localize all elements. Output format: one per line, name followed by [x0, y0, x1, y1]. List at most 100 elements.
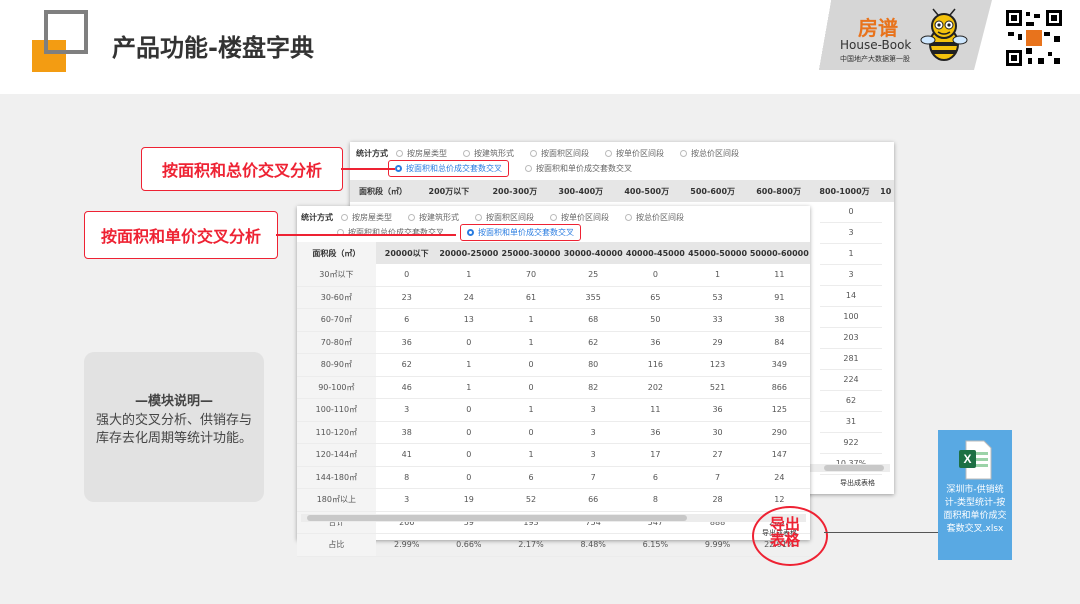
table-cell: 36	[624, 421, 687, 444]
export-callout-line1: 导出	[770, 515, 801, 533]
option-house-type[interactable]: 按房屋类型	[396, 148, 447, 159]
radio-icon	[396, 150, 403, 157]
option-label: 按面积和单价成交套数交叉	[478, 228, 574, 237]
header-cell: 10	[877, 180, 894, 202]
option-unit-price-range[interactable]: 按单价区间段	[605, 148, 664, 159]
option-label: 按面积区间段	[486, 213, 534, 222]
radio-selected-icon	[395, 165, 402, 172]
option-label: 按建筑形式	[474, 149, 514, 158]
header-cell: 400-500万	[613, 180, 680, 202]
table-cell: 66	[562, 488, 625, 512]
stats-options-row1: 统计方式 按房屋类型 按建筑形式 按面积区间段 按单价区间段 按总价区间段	[301, 212, 700, 223]
table-cell: 922	[820, 433, 882, 454]
table-cell: 62	[820, 391, 882, 412]
option-building-form[interactable]: 按建筑形式	[408, 212, 459, 223]
table-cell: 24	[437, 286, 500, 309]
table-cell: 349	[748, 353, 810, 377]
option-area-total-cross[interactable]: 按面积和总价成交套数交叉	[337, 227, 444, 238]
table-row: 占比 2.99% 0.66% 2.17% 8.48% 6.15% 9.99% 22.91%	[297, 533, 810, 557]
table-cell: 203	[820, 328, 882, 349]
table-cell: 0	[820, 202, 882, 223]
back-last-column: 031314100203281224623192210.37%	[820, 202, 882, 475]
table-cell: 0	[437, 443, 500, 467]
table-cell: 27	[686, 443, 749, 467]
table-cell: 0	[437, 331, 500, 354]
excel-file-name: 深圳市-供销统计-类型统计-按面积和单价成交套数交叉.xlsx	[943, 485, 1007, 534]
option-label: 按面积区间段	[541, 149, 589, 158]
radio-icon	[525, 165, 532, 172]
option-area-total-cross[interactable]: 按面积和总价成交套数交叉	[388, 160, 509, 177]
table-cell: 24	[748, 466, 810, 489]
table-cell: 2.17%	[499, 533, 563, 557]
callout-area-total-price: 按面积和总价交叉分析	[141, 147, 343, 191]
header-cell: 20000以下	[375, 242, 438, 264]
table-cell: 1	[437, 376, 500, 399]
table-row: 60-70㎡ 6 13 1 68 50 33 38	[297, 308, 810, 332]
option-house-type[interactable]: 按房屋类型	[341, 212, 392, 223]
stats-options-row2: 按面积和总价成交套数交叉 按面积和单价成交套数交叉	[388, 160, 648, 177]
radio-icon	[463, 150, 470, 157]
scrollbar-thumb[interactable]	[824, 465, 884, 471]
table-cell: 0	[375, 264, 438, 287]
table-cell: 52	[499, 488, 563, 512]
option-total-price-range[interactable]: 按总价区间段	[680, 148, 739, 159]
row-label-cell: 占比	[297, 533, 376, 557]
table-cell: 13	[437, 308, 500, 332]
table-row: 30㎡以下 0 1 70 25 0 1 11	[297, 264, 810, 287]
table-cell: 116	[624, 353, 687, 377]
table-cell: 6	[624, 466, 687, 489]
scrollbar-thumb[interactable]	[307, 515, 687, 521]
option-area-unit-cross[interactable]: 按面积和单价成交套数交叉	[525, 163, 632, 174]
table-cell: 9.99%	[686, 533, 749, 557]
radio-icon	[530, 150, 537, 157]
option-label: 按总价区间段	[691, 149, 739, 158]
table-cell: 68	[562, 308, 625, 332]
table-cell: 29	[686, 331, 749, 354]
table-cell: 3	[820, 265, 882, 286]
header-cell: 面积段（㎡）	[350, 180, 416, 202]
table-cell: 17	[624, 443, 687, 467]
qr-code-icon	[1004, 8, 1064, 68]
option-area-range[interactable]: 按面积区间段	[530, 148, 589, 159]
table-cell: 0	[437, 466, 500, 489]
option-label: 按房屋类型	[352, 213, 392, 222]
table-cell: 1	[820, 244, 882, 265]
module-note-heading: —模块说明—	[134, 394, 213, 409]
row-label-cell: 100-110㎡	[297, 398, 376, 422]
option-building-form[interactable]: 按建筑形式	[463, 148, 514, 159]
radio-selected-icon	[467, 229, 474, 236]
table-cell: 19	[437, 488, 500, 512]
horizontal-scrollbar[interactable]	[301, 514, 806, 522]
table-cell: 224	[820, 370, 882, 391]
option-area-range[interactable]: 按面积区间段	[475, 212, 534, 223]
table-row: 100-110㎡ 3 0 1 3 11 36 125	[297, 398, 810, 422]
header-cell: 面积段（㎡）	[297, 242, 376, 264]
table-cell: 11	[624, 398, 687, 422]
table-cell: 0	[499, 376, 563, 399]
radio-icon	[341, 214, 348, 221]
option-total-price-range[interactable]: 按总价区间段	[625, 212, 684, 223]
radio-icon	[475, 214, 482, 221]
table-cell: 1	[437, 264, 500, 287]
table-cell: 23	[375, 286, 438, 309]
table-cell: 1	[499, 308, 563, 332]
option-unit-price-range[interactable]: 按单价区间段	[550, 212, 609, 223]
header-cell: 300-400万	[547, 180, 614, 202]
data-table-front: 面积段（㎡） 20000以下 20000-25000 25000-30000 3…	[297, 242, 810, 557]
logo-tagline: 中国地产大数据第一股	[840, 55, 910, 63]
table-cell: 2.99%	[375, 533, 438, 557]
table-cell: 36	[686, 398, 749, 422]
stats-label: 统计方式	[356, 149, 388, 158]
table-cell: 866	[748, 376, 810, 399]
export-table-link[interactable]: 导出成表格	[840, 478, 875, 488]
table-cell: 0.66%	[437, 533, 500, 557]
header-cell: 40000-45000	[624, 242, 687, 264]
option-label: 按单价区间段	[616, 149, 664, 158]
radio-icon	[408, 214, 415, 221]
table-cell: 41	[375, 443, 438, 467]
table-cell: 28	[686, 488, 749, 512]
table-cell: 80	[562, 353, 625, 377]
option-area-unit-cross[interactable]: 按面积和单价成交套数交叉	[460, 224, 581, 241]
table-header-row: 面积段（㎡） 200万以下 200-300万 300-400万 400-500万…	[350, 180, 894, 202]
table-cell: 31	[820, 412, 882, 433]
